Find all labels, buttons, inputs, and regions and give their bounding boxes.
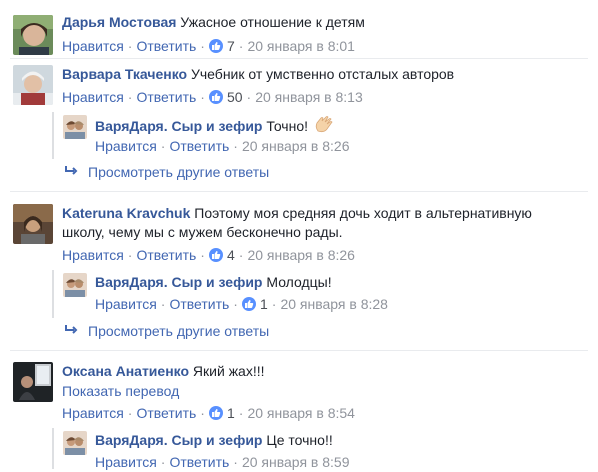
timestamp[interactable]: 20 января в 8:54 bbox=[247, 405, 355, 421]
like-button[interactable]: Нравится bbox=[62, 89, 124, 105]
comment-body: Учебник от умственно отсталых авторов bbox=[190, 66, 455, 82]
avatar[interactable] bbox=[13, 362, 53, 402]
avatar[interactable] bbox=[63, 273, 87, 297]
like-button[interactable]: Нравится bbox=[62, 405, 124, 421]
reply-button[interactable]: Ответить bbox=[169, 296, 229, 312]
reply-button[interactable]: Ответить bbox=[136, 247, 196, 263]
reply-thread-line bbox=[52, 270, 54, 318]
like-button[interactable]: Нравится bbox=[95, 454, 157, 470]
author-name[interactable]: Варвара Ткаченко bbox=[62, 66, 187, 82]
reply-actions: Нравится · Ответить · 1 · 20 января в 8:28 bbox=[95, 296, 388, 312]
timestamp[interactable]: 20 января в 8:28 bbox=[280, 296, 388, 312]
translate-link[interactable]: Показать перевод bbox=[62, 381, 179, 401]
avatar[interactable] bbox=[13, 204, 53, 244]
divider bbox=[10, 58, 588, 59]
like-count[interactable]: 1 bbox=[260, 296, 268, 312]
view-more-label[interactable]: Просмотреть другие ответы bbox=[88, 323, 269, 339]
avatar[interactable] bbox=[13, 15, 53, 55]
like-count[interactable]: 4 bbox=[227, 247, 235, 263]
divider bbox=[10, 191, 588, 192]
reply-body: Молодцы! bbox=[266, 274, 332, 290]
reply-button[interactable]: Ответить bbox=[136, 89, 196, 105]
comment-actions: Нравится · Ответить · 7 · 20 января в 8:01 bbox=[62, 38, 355, 54]
author-name[interactable]: Kateruna Kravchuk bbox=[62, 205, 190, 221]
like-button[interactable]: Нравится bbox=[95, 296, 157, 312]
comment-actions: Нравится · Ответить · 4 · 20 января в 8:26 bbox=[62, 247, 355, 263]
comment-text: Оксана Анатиенко Який жах!!! bbox=[62, 361, 265, 381]
reply-body: Точно! bbox=[266, 118, 309, 134]
reply-actions: Нравится · Ответить · 20 января в 8:26 bbox=[95, 138, 350, 154]
like-button[interactable]: Нравится bbox=[95, 138, 157, 154]
reply-text: ВаряДаря. Сыр и зефир Це точно!! bbox=[95, 430, 333, 450]
like-icon[interactable] bbox=[241, 297, 256, 311]
comment-actions: Нравится · Ответить · 1 · 20 января в 8:54 bbox=[62, 405, 355, 421]
view-more-replies[interactable]: Просмотреть другие ответы bbox=[64, 321, 269, 341]
like-button[interactable]: Нравится bbox=[62, 38, 124, 54]
reply-button[interactable]: Ответить bbox=[169, 138, 229, 154]
like-icon[interactable] bbox=[208, 39, 223, 53]
reply-button[interactable]: Ответить bbox=[136, 405, 196, 421]
author-name[interactable]: Оксана Анатиенко bbox=[62, 363, 189, 379]
avatar[interactable] bbox=[63, 115, 87, 139]
reply-arrow-icon bbox=[64, 321, 78, 341]
like-count[interactable]: 50 bbox=[227, 89, 243, 105]
comment-body: Ужасное отношение к детям bbox=[180, 14, 365, 30]
like-icon[interactable] bbox=[208, 406, 223, 420]
timestamp[interactable]: 20 января в 8:13 bbox=[255, 89, 363, 105]
reply-button[interactable]: Ответить bbox=[136, 38, 196, 54]
comment-body: Поэтому моя средняя дочь ходит в альтерн… bbox=[194, 205, 532, 221]
avatar[interactable] bbox=[13, 65, 53, 105]
comment-body: Який жах!!! bbox=[192, 363, 265, 379]
timestamp[interactable]: 20 января в 8:01 bbox=[247, 38, 355, 54]
reply-text: ВаряДаря. Сыр и зефир Молодцы! bbox=[95, 272, 332, 292]
like-icon[interactable] bbox=[208, 90, 223, 104]
author-name[interactable]: ВаряДаря. Сыр и зефир bbox=[95, 118, 262, 134]
timestamp[interactable]: 20 января в 8:26 bbox=[242, 138, 350, 154]
avatar[interactable] bbox=[63, 431, 87, 455]
like-button[interactable]: Нравится bbox=[62, 247, 124, 263]
reply-arrow-icon bbox=[64, 162, 78, 182]
author-name[interactable]: ВаряДаря. Сыр и зефир bbox=[95, 432, 262, 448]
like-icon[interactable] bbox=[208, 248, 223, 262]
comment-actions: Нравится · Ответить · 50 · 20 января в 8:13 bbox=[62, 89, 363, 105]
reply-body: Це точно!! bbox=[266, 432, 333, 448]
reply-button[interactable]: Ответить bbox=[169, 454, 229, 470]
reply-thread-line bbox=[52, 428, 54, 469]
comment-text: Варвара Ткаченко Учебник от умственно от… bbox=[62, 64, 454, 84]
timestamp[interactable]: 20 января в 8:26 bbox=[247, 247, 355, 263]
timestamp[interactable]: 20 января в 8:59 bbox=[242, 454, 350, 470]
like-count[interactable]: 1 bbox=[227, 405, 235, 421]
view-more-replies[interactable]: Просмотреть другие ответы bbox=[64, 162, 269, 182]
divider bbox=[10, 350, 588, 351]
author-name[interactable]: Дарья Мостовая bbox=[62, 14, 176, 30]
author-name[interactable]: ВаряДаря. Сыр и зефир bbox=[95, 274, 262, 290]
reply-actions: Нравится · Ответить · 20 января в 8:59 bbox=[95, 454, 350, 470]
comment-text: Kateruna Kravchuk Поэтому моя средняя до… bbox=[62, 203, 532, 223]
comment-text: Дарья Мостовая Ужасное отношение к детям bbox=[62, 12, 365, 32]
reply-thread-line bbox=[52, 112, 54, 159]
like-count[interactable]: 7 bbox=[227, 38, 235, 54]
comment-body-continued: школу, чему мы с мужем бесконечно рады. bbox=[62, 224, 343, 240]
view-more-label[interactable]: Просмотреть другие ответы bbox=[88, 164, 269, 180]
